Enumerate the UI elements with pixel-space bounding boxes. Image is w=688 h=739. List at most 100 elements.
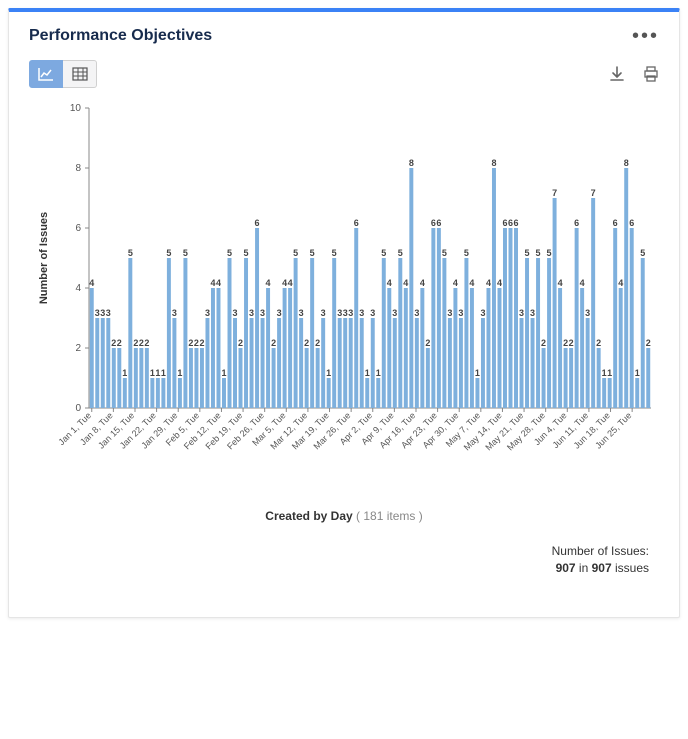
svg-text:10: 10	[70, 103, 82, 114]
svg-text:4: 4	[618, 278, 623, 288]
svg-text:3: 3	[172, 308, 177, 318]
svg-text:1: 1	[635, 368, 640, 378]
x-axis-caption: Created by Day ( 181 items )	[29, 509, 659, 523]
svg-text:3: 3	[480, 308, 485, 318]
chart-view-button[interactable]	[29, 60, 63, 88]
svg-text:6: 6	[75, 223, 81, 234]
svg-text:1: 1	[607, 368, 612, 378]
svg-text:2: 2	[144, 338, 149, 348]
svg-text:2: 2	[315, 338, 320, 348]
svg-text:3: 3	[100, 308, 105, 318]
svg-text:4: 4	[387, 278, 392, 288]
svg-text:2: 2	[75, 343, 81, 354]
svg-text:5: 5	[183, 248, 188, 258]
view-toggle-group	[29, 60, 97, 88]
svg-text:3: 3	[106, 308, 111, 318]
svg-text:2: 2	[271, 338, 276, 348]
svg-text:5: 5	[332, 248, 337, 258]
table-icon	[72, 67, 88, 81]
svg-text:1: 1	[365, 368, 370, 378]
svg-text:1: 1	[161, 368, 166, 378]
svg-text:1: 1	[155, 368, 160, 378]
svg-text:6: 6	[255, 218, 260, 228]
card-title: Performance Objectives	[29, 27, 212, 45]
svg-text:2: 2	[238, 338, 243, 348]
toolbar	[9, 54, 679, 98]
card-header: Performance Objectives •••	[9, 12, 679, 54]
svg-text:5: 5	[536, 248, 541, 258]
svg-text:5: 5	[310, 248, 315, 258]
svg-text:1: 1	[221, 368, 226, 378]
svg-text:4: 4	[288, 278, 293, 288]
download-button[interactable]	[609, 66, 625, 82]
svg-text:3: 3	[205, 308, 210, 318]
svg-text:4: 4	[420, 278, 425, 288]
svg-text:4: 4	[75, 283, 81, 294]
svg-text:1: 1	[602, 368, 607, 378]
svg-text:3: 3	[277, 308, 282, 318]
svg-text:2: 2	[596, 338, 601, 348]
svg-text:3: 3	[299, 308, 304, 318]
chart-area: 0246810433322152221115315222344153253634…	[9, 98, 679, 533]
svg-text:1: 1	[326, 368, 331, 378]
svg-text:4: 4	[89, 278, 94, 288]
svg-text:3: 3	[343, 308, 348, 318]
export-icons	[609, 66, 659, 82]
svg-text:3: 3	[321, 308, 326, 318]
svg-text:1: 1	[177, 368, 182, 378]
svg-text:3: 3	[260, 308, 265, 318]
svg-text:5: 5	[244, 248, 249, 258]
svg-text:2: 2	[117, 338, 122, 348]
svg-text:3: 3	[458, 308, 463, 318]
svg-text:5: 5	[442, 248, 447, 258]
table-view-button[interactable]	[63, 60, 97, 88]
x-axis-title: Created by Day	[265, 509, 352, 523]
summary-text: Number of Issues: 907 in 907 issues	[9, 533, 679, 617]
svg-text:6: 6	[613, 218, 618, 228]
svg-text:6: 6	[502, 218, 507, 228]
svg-text:0: 0	[75, 403, 81, 414]
svg-text:4: 4	[266, 278, 271, 288]
svg-text:8: 8	[624, 158, 629, 168]
svg-text:5: 5	[166, 248, 171, 258]
svg-text:3: 3	[392, 308, 397, 318]
svg-text:4: 4	[469, 278, 474, 288]
svg-text:2: 2	[541, 338, 546, 348]
print-button[interactable]	[643, 66, 659, 82]
svg-text:8: 8	[409, 158, 414, 168]
svg-text:6: 6	[574, 218, 579, 228]
svg-text:3: 3	[519, 308, 524, 318]
svg-text:8: 8	[491, 158, 496, 168]
svg-text:6: 6	[354, 218, 359, 228]
svg-text:5: 5	[227, 248, 232, 258]
svg-text:5: 5	[525, 248, 530, 258]
svg-text:6: 6	[629, 218, 634, 228]
svg-text:5: 5	[381, 248, 386, 258]
svg-text:1: 1	[376, 368, 381, 378]
svg-text:4: 4	[210, 278, 215, 288]
svg-text:3: 3	[95, 308, 100, 318]
x-axis-items-count: ( 181 items )	[356, 509, 423, 523]
svg-text:6: 6	[508, 218, 513, 228]
svg-text:4: 4	[403, 278, 408, 288]
svg-text:3: 3	[447, 308, 452, 318]
svg-text:2: 2	[569, 338, 574, 348]
svg-text:4: 4	[580, 278, 585, 288]
download-icon	[609, 66, 625, 82]
svg-text:5: 5	[128, 248, 133, 258]
svg-text:3: 3	[585, 308, 590, 318]
svg-text:4: 4	[497, 278, 502, 288]
more-menu-button[interactable]: •••	[632, 26, 659, 46]
svg-text:3: 3	[359, 308, 364, 318]
svg-text:4: 4	[282, 278, 287, 288]
svg-text:3: 3	[233, 308, 238, 318]
svg-text:Number of Issues: Number of Issues	[38, 212, 50, 304]
svg-text:4: 4	[453, 278, 458, 288]
svg-text:2: 2	[188, 338, 193, 348]
svg-text:4: 4	[486, 278, 491, 288]
svg-text:6: 6	[514, 218, 519, 228]
svg-text:3: 3	[249, 308, 254, 318]
svg-text:2: 2	[425, 338, 430, 348]
svg-text:3: 3	[337, 308, 342, 318]
svg-text:1: 1	[122, 368, 127, 378]
